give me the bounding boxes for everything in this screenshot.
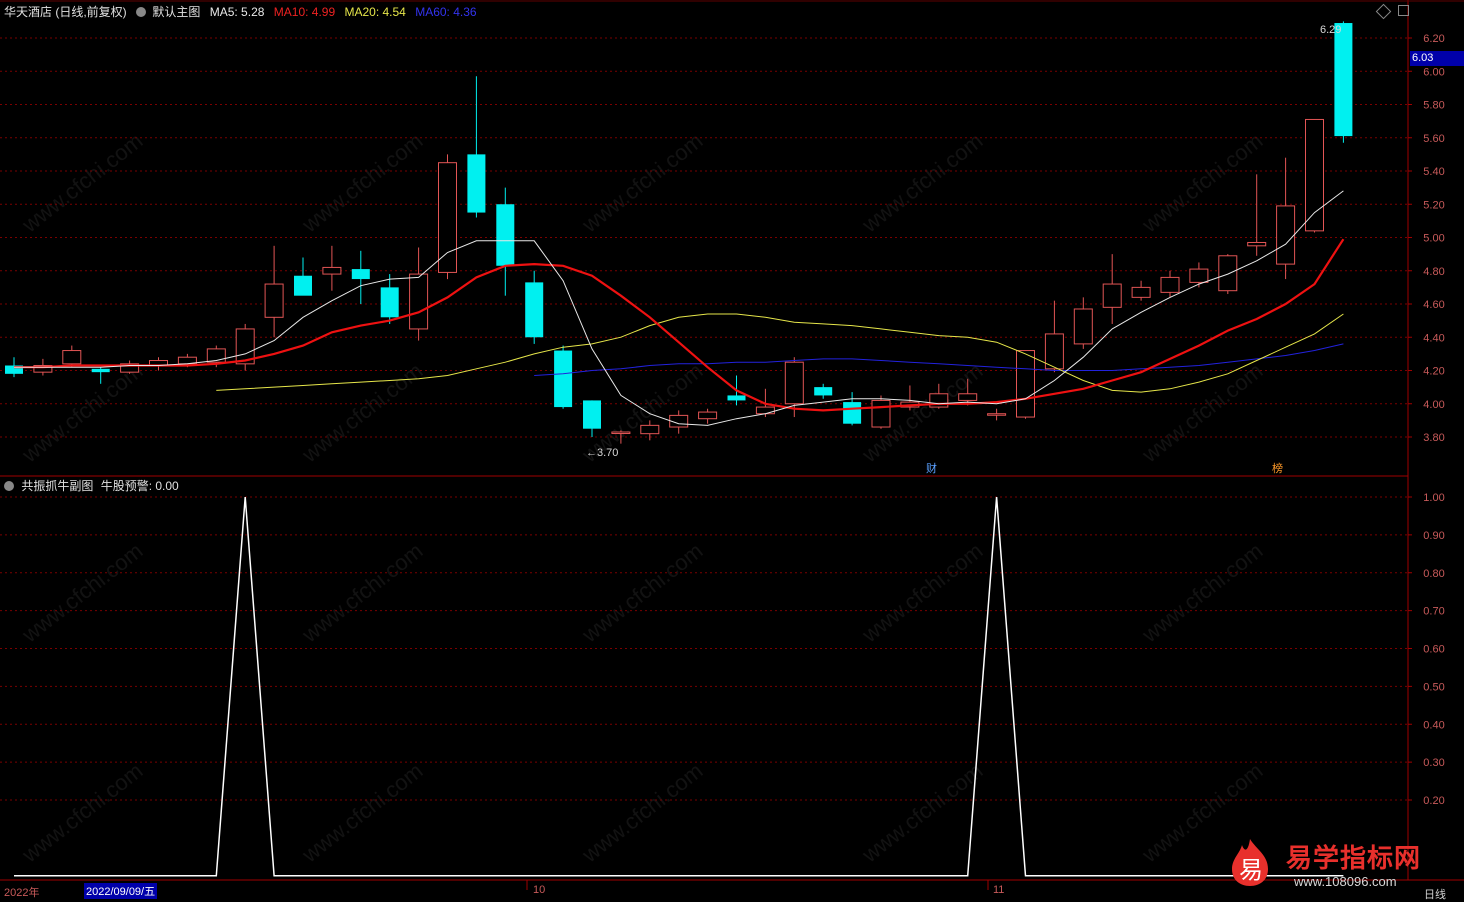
chevron-down-icon[interactable] [4,481,14,491]
candle-body-down[interactable] [91,368,110,373]
main-y-tick-label: 5.40 [1423,166,1444,178]
candle-body-up[interactable] [1305,118,1324,232]
month-label-oct: 10 [533,884,546,896]
ma5-label: MA5: 5.28 [209,5,265,19]
chevron-down-icon[interactable] [136,7,147,17]
candle-body-down[interactable] [467,154,486,213]
sub-y-tick-label: 0.60 [1423,644,1444,656]
ranking-badge[interactable]: 榜 [1272,460,1283,476]
cursor-date-label: 2022/09/09/五 [84,883,158,899]
finance-badge[interactable]: 财 [926,460,937,476]
ma20-line [216,313,1344,393]
candle-body-up[interactable] [1131,286,1151,298]
candle-body-up[interactable] [62,350,82,365]
candle-body-down[interactable] [554,350,573,408]
candle-body-up[interactable] [784,361,804,405]
candle-body-up[interactable] [1276,205,1296,265]
main-y-tick-label: 6.20 [1423,33,1444,45]
candle-body-up[interactable] [640,424,660,435]
candle-body-up[interactable] [264,283,284,318]
candle-body-up[interactable] [438,162,457,273]
main-y-tick-label: 4.80 [1423,266,1444,278]
main-y-tick-label: 4.40 [1423,332,1444,344]
main-chart-canvas[interactable]: 6.20 6.00 5.80 5.60 5.40 5.20 5.00 4.80 4.60 4.40… [0,0,1464,902]
main-y-tick-label: 3.80 [1423,432,1444,444]
year-label: 2022年 [4,887,40,899]
candle-body-down[interactable] [843,402,862,424]
main-chart-header: 华天酒店 (日线,前复权) 默认主图 MA5: 5.28 MA10: 4.99 … [4,3,477,20]
low-price-annotation: ←3.70 [586,447,619,459]
sub-y-tick-label: 0.40 [1423,719,1444,731]
sub-y-tick-label: 0.30 [1423,757,1444,769]
candle-body-up[interactable] [322,266,342,275]
chart-name[interactable]: 默认主图 [152,5,200,19]
candle-body-up[interactable] [1016,350,1035,418]
month-label-nov: 11 [993,884,1005,896]
candle-body-down[interactable] [496,204,515,266]
main-y-tick-label: 4.60 [1423,299,1444,311]
candle-body-up[interactable] [1044,333,1064,370]
candle-body-up[interactable] [611,431,631,435]
candle-body-down[interactable] [727,395,746,401]
indicator-name[interactable]: 共振抓牛副图 [21,479,93,493]
candle-body-down[interactable] [351,269,370,280]
logo-char: 易 [1239,857,1263,884]
sub-y-tick-label: 0.90 [1423,530,1444,542]
candle-body-down[interactable] [525,282,544,338]
ma10-line [14,238,1345,412]
candle-body-down[interactable] [814,387,833,396]
brand-url: www.108096.com [1294,874,1397,889]
ma10-label: MA10: 4.99 [273,5,336,19]
candle-body-up[interactable] [1247,241,1267,247]
main-y-tick-label: 4.20 [1423,366,1444,378]
sub-y-tick-label: 0.70 [1423,606,1444,618]
candle-body-up[interactable] [871,399,891,428]
sub-chart-header: 共振抓牛副图 牛股预警: 0.00 [4,477,179,494]
candle-body-up[interactable] [1102,283,1122,308]
sub-y-tick-label: 0.20 [1423,795,1444,807]
main-y-tick-label: 4.00 [1423,399,1444,411]
indicator-value: 牛股预警: 0.00 [100,479,179,493]
brand-name: 易学指标网 [1286,843,1422,873]
candle-body-down[interactable] [380,287,399,318]
candle-body-up[interactable] [409,273,429,330]
candle-body-up[interactable] [958,393,978,401]
candle-body-up[interactable] [1218,255,1238,292]
candle-body-up[interactable] [1160,276,1180,293]
high-price-annotation: 6.29 [1320,24,1342,36]
current-price-tag: 6.03 [1410,51,1464,66]
candle-body-up[interactable] [698,411,718,420]
candle-body-up[interactable] [1073,308,1093,345]
main-y-tick-label: 5.20 [1423,199,1444,211]
sub-y-tick-label: 1.00 [1423,492,1444,504]
sub-y-tick-label: 0.50 [1423,681,1444,693]
sub-y-tick-label: 0.80 [1423,568,1444,580]
ma20-label: MA20: 4.54 [344,5,406,19]
candle-body-up[interactable] [755,406,775,415]
maximize-icon[interactable] [1398,5,1409,16]
candle-body-up[interactable] [987,413,1007,416]
stock-title[interactable]: 华天酒店 (日线,前复权) [4,5,127,19]
bull-warning-line [14,496,1344,877]
candle-body-down[interactable] [294,275,312,296]
main-y-tick-label: 6.00 [1423,66,1444,78]
candle-body-down[interactable] [1334,23,1353,137]
ma60-label: MA60: 4.36 [415,5,477,19]
candle-body-up[interactable] [1189,268,1209,283]
main-y-tick-label: 5.60 [1423,133,1444,145]
brand-logo: 易 [1228,837,1272,887]
ma5-line [14,190,1344,426]
main-y-tick-label: 5.80 [1423,100,1444,112]
main-y-tick-label: 5.00 [1423,233,1444,245]
period-label[interactable]: 日线 [1424,886,1446,902]
candle-body-down[interactable] [583,400,601,429]
